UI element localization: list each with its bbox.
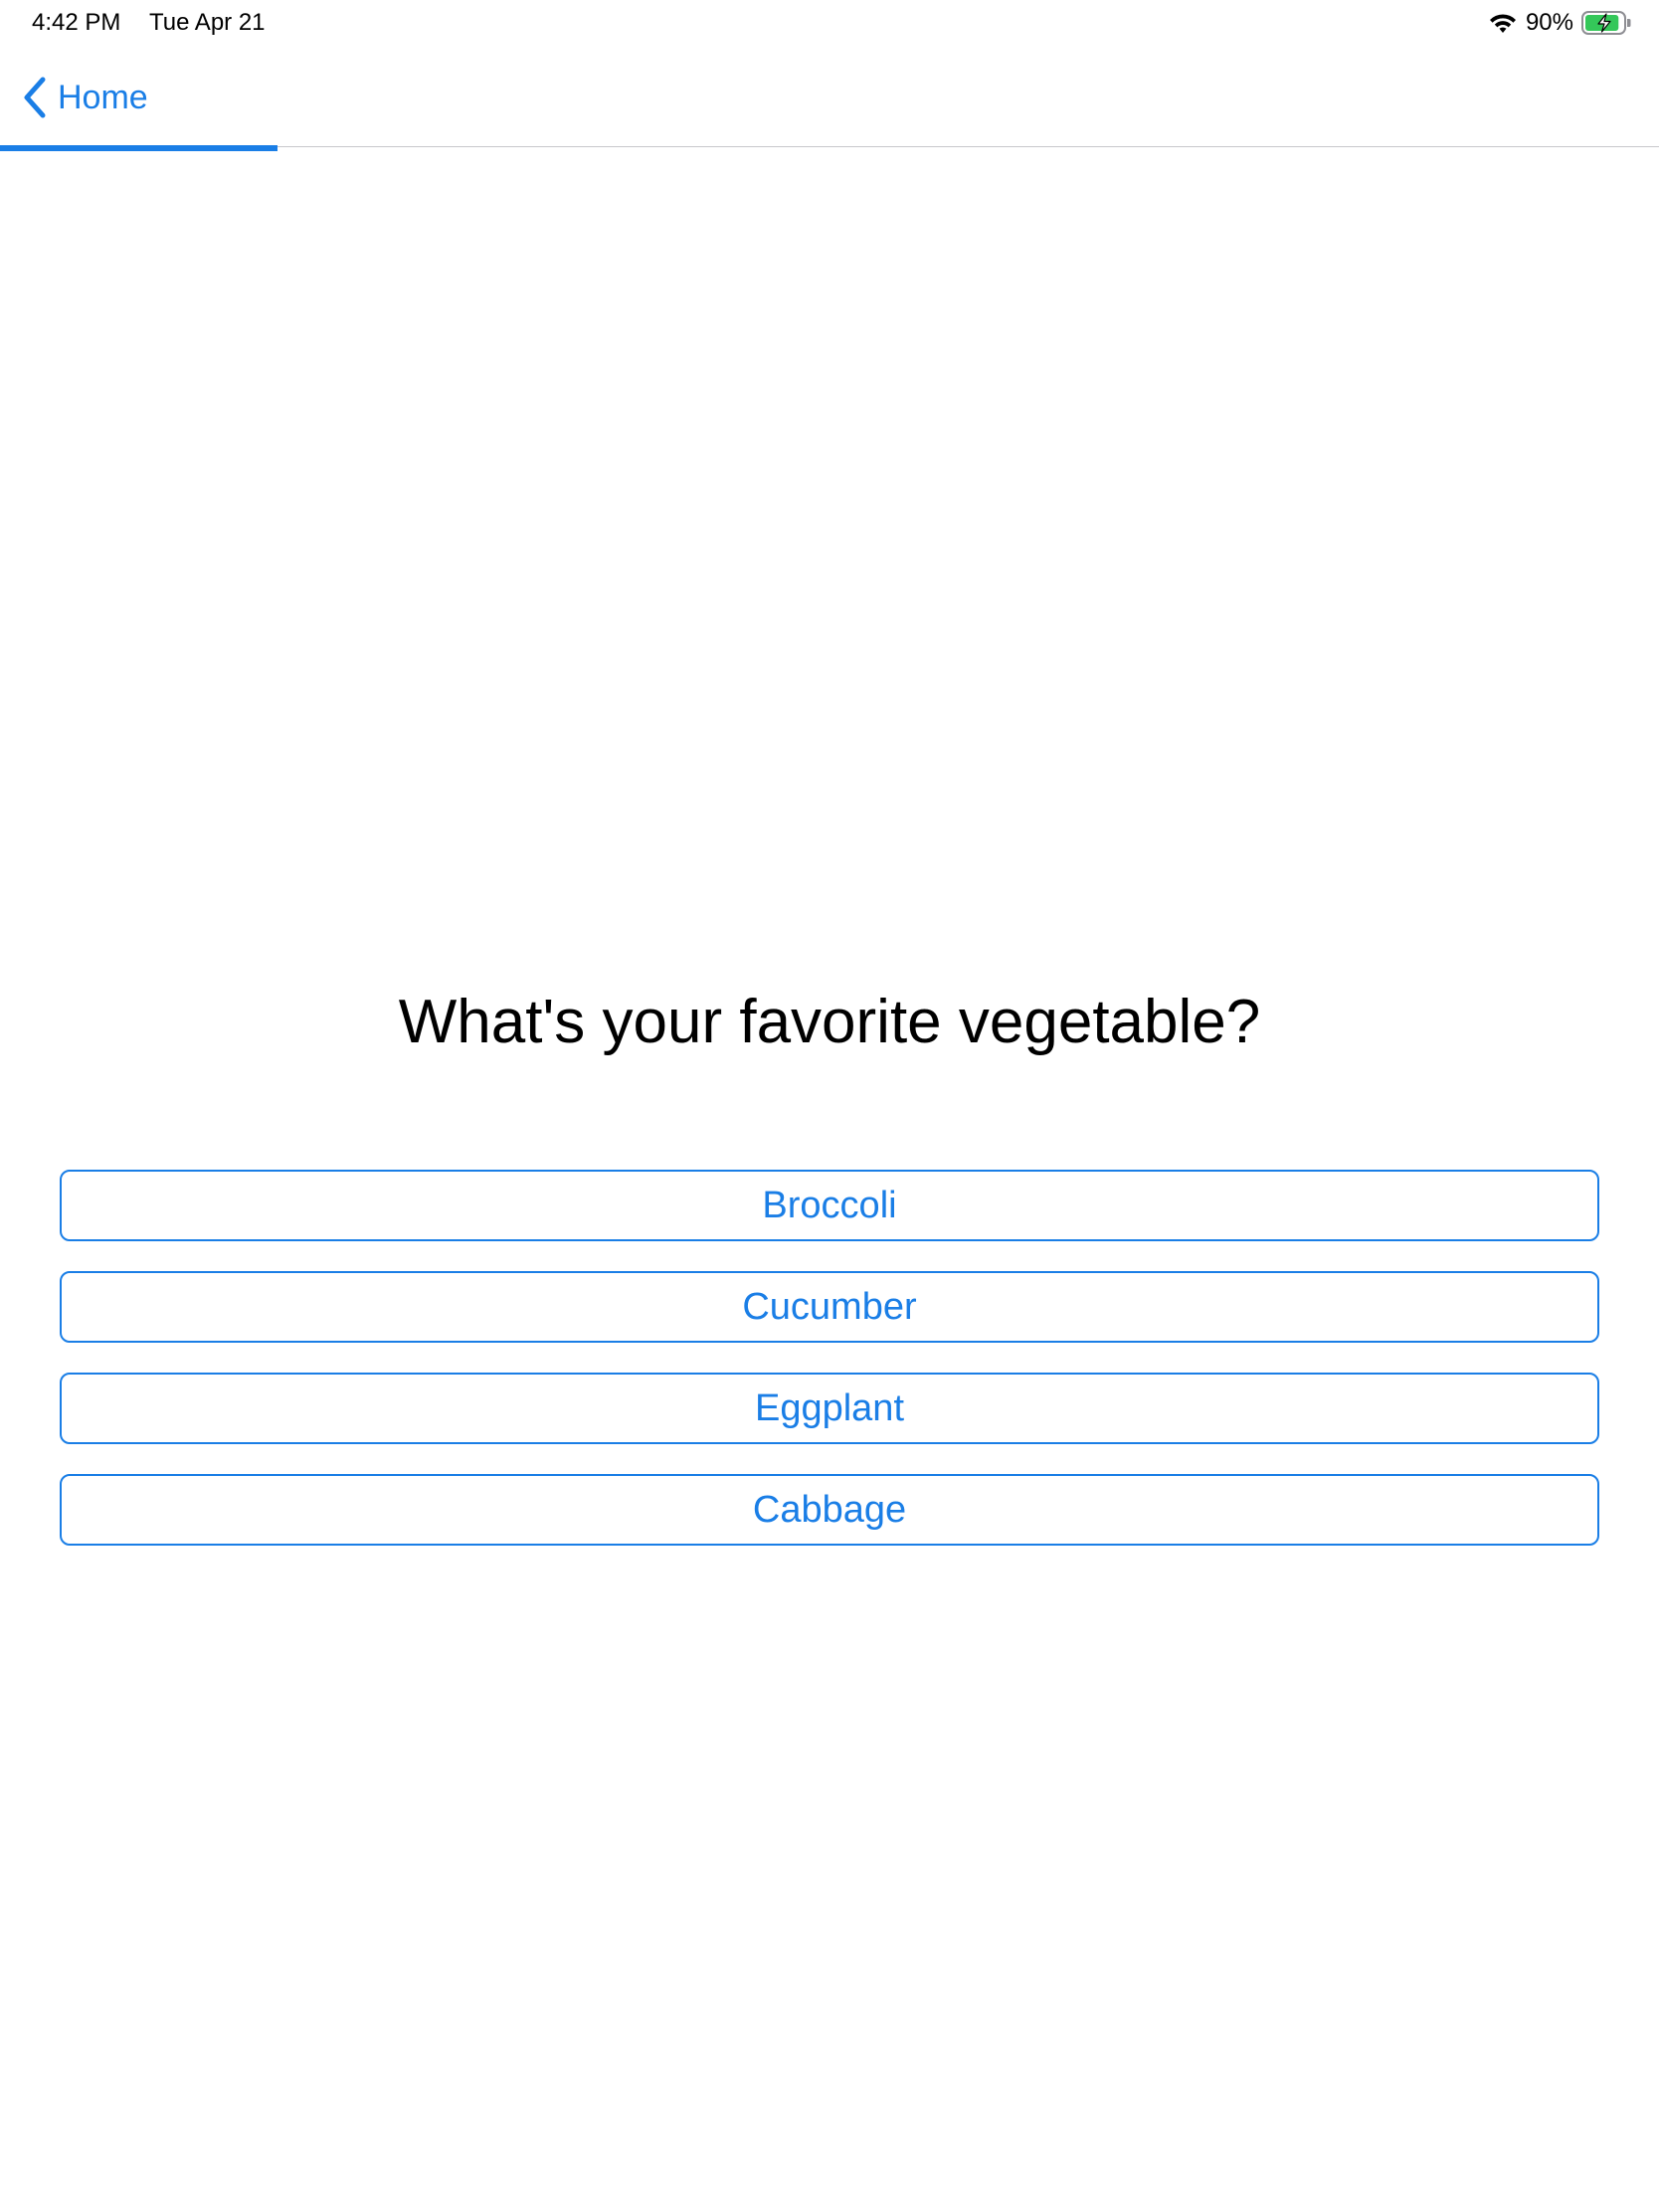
navigation-bar: Home xyxy=(0,48,1659,147)
option-eggplant-button[interactable]: Eggplant xyxy=(60,1373,1599,1444)
option-cabbage-button[interactable]: Cabbage xyxy=(60,1474,1599,1546)
question-text: What's your favorite vegetable? xyxy=(398,988,1261,1056)
progress-bar-fill xyxy=(0,145,277,151)
status-date: Tue Apr 21 xyxy=(149,9,266,36)
option-cucumber-button[interactable]: Cucumber xyxy=(60,1271,1599,1343)
status-indicators: 90% xyxy=(1488,8,1631,38)
progress-bar xyxy=(0,145,1659,151)
chevron-left-icon xyxy=(24,77,46,118)
back-button-label: Home xyxy=(58,78,148,116)
answer-options: Broccoli Cucumber Eggplant Cabbage xyxy=(60,1170,1599,1546)
battery-charging-icon xyxy=(1581,11,1631,35)
wifi-icon xyxy=(1489,14,1516,33)
back-button[interactable]: Home xyxy=(22,74,148,121)
option-broccoli-button[interactable]: Broccoli xyxy=(60,1170,1599,1241)
status-bar: 4:42 PM Tue Apr 21 90% xyxy=(0,0,1659,48)
battery-percent: 90% xyxy=(1525,9,1573,36)
status-time: 4:42 PM xyxy=(32,9,121,36)
